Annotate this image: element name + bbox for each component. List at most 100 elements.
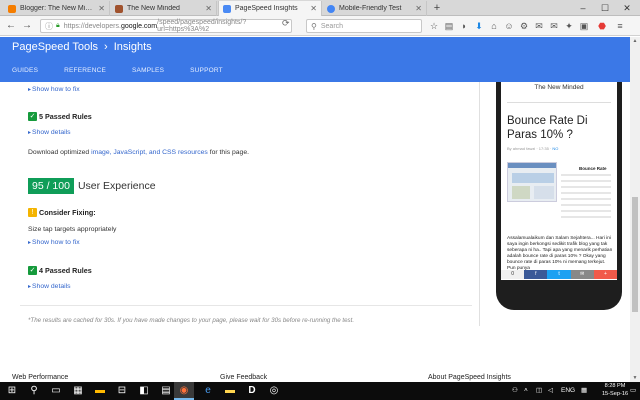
new-tab-button[interactable]: + <box>430 1 444 15</box>
tab-blogger[interactable]: Blogger: The New Minded... ✕ <box>4 1 110 16</box>
close-tab-icon[interactable]: ✕ <box>310 4 317 13</box>
tab-pagespeed-insights[interactable]: PageSpeed Insights ✕ <box>218 1 322 16</box>
screenshot-icon[interactable]: ▣ <box>578 20 590 32</box>
forward-arrow-icon[interactable]: → <box>20 19 34 33</box>
preview-post-title: Bounce Rate Di Paras 10% ? <box>507 115 588 141</box>
clock-time: 8:28 PM <box>604 383 626 389</box>
tab-mobile-friendly-test[interactable]: Mobile-Friendly Test ✕ <box>323 1 427 16</box>
calendar-icon[interactable]: ▤ <box>156 382 176 400</box>
tray-expand-icon[interactable]: ˄ <box>524 382 528 400</box>
nav-samples[interactable]: SAMPLES <box>132 67 164 74</box>
page-scrollbar[interactable]: ▲ ▼ <box>630 37 640 382</box>
nav-support[interactable]: SUPPORT <box>190 67 223 74</box>
file-explorer-icon[interactable]: ▦ <box>68 382 88 400</box>
chrome-icon[interactable]: ◎ <box>264 382 284 400</box>
google-favicon-icon <box>327 4 335 13</box>
edge-icon[interactable]: e <box>198 382 218 400</box>
close-tab-icon[interactable]: ✕ <box>205 4 212 13</box>
back-arrow-icon[interactable]: ← <box>4 19 18 33</box>
d-app-icon[interactable]: D <box>242 382 262 400</box>
reading-list-icon[interactable]: ▤ <box>443 20 455 32</box>
language-indicator[interactable]: ENG <box>561 382 575 400</box>
close-window-icon[interactable]: ✕ <box>616 0 638 16</box>
scrollbar-thumb[interactable] <box>632 197 638 312</box>
store-icon[interactable]: ⊟ <box>112 382 132 400</box>
show-details-label[interactable]: Show details <box>32 129 71 136</box>
windows-start-icon[interactable]: ⊞ <box>2 382 22 400</box>
site-header: PageSpeed Tools › Insights GUIDES REFERE… <box>0 37 640 82</box>
folder-icon[interactable]: ▬ <box>90 382 110 400</box>
app-icon[interactable]: ◧ <box>134 382 154 400</box>
chat-icon[interactable]: ✉ <box>533 20 545 32</box>
expand-caret-icon: ▸ <box>28 130 32 136</box>
home-icon[interactable]: ⌂ <box>488 20 500 32</box>
minimize-window-icon[interactable]: – <box>572 0 594 16</box>
show-how-to-fix-link-2[interactable]: ▸ Show how to fix <box>28 239 80 246</box>
pocket-icon[interactable]: ◗ <box>458 20 470 32</box>
adblock-icon[interactable]: ⬣ <box>596 20 608 32</box>
close-tab-icon[interactable]: ✕ <box>98 4 105 13</box>
preview-text-lines <box>561 174 611 222</box>
show-how-to-fix-link-1[interactable]: ▸ Show how to fix <box>28 86 80 93</box>
passed-rules-label: 4 Passed Rules <box>39 266 92 275</box>
mobile-preview-screen: The New Minded Bounce Rate Di Paras 10% … <box>501 82 617 280</box>
volume-icon[interactable]: ◁ <box>548 382 553 400</box>
download-text: Download optimized <box>28 149 92 156</box>
show-details-link-1[interactable]: ▸ Show details <box>28 129 71 136</box>
extension-icon[interactable]: ⚙ <box>518 20 530 32</box>
browser-tab-strip: Blogger: The New Minded... ✕ The New Min… <box>0 0 640 16</box>
firefox-icon[interactable]: ◉ <box>174 382 194 400</box>
check-icon: ✓ <box>28 112 37 121</box>
tab-title: PageSpeed Insights <box>235 5 298 12</box>
scroll-up-icon[interactable]: ▲ <box>630 37 640 45</box>
emoji-icon[interactable]: ☺ <box>503 20 515 32</box>
mail-icon[interactable]: ✉ <box>548 20 560 32</box>
tray-people-icon[interactable]: ⚇ <box>512 382 518 400</box>
network-icon[interactable]: ◫ <box>536 382 542 400</box>
show-details-link-2[interactable]: ▸ Show details <box>28 283 71 290</box>
footer-about[interactable]: About PageSpeed Insights <box>428 374 511 381</box>
bookmark-star-icon[interactable]: ☆ <box>428 20 440 32</box>
browser-toolbar: ← → ⓘ 🔒︎ https://developers. google.com/s… <box>0 16 640 36</box>
preview-side-label: Bounce Rate <box>579 166 607 171</box>
menu-hamburger-icon[interactable]: ≡ <box>614 20 626 32</box>
search-input[interactable]: ⚲ Search <box>306 19 422 33</box>
tools-icon[interactable]: ✦ <box>563 20 575 32</box>
more-share-icon: + <box>593 270 618 279</box>
maximize-window-icon[interactable]: ☐ <box>594 0 616 16</box>
windows-taskbar: ⊞ ⚲ ▭ ▦ ▬ ⊟ ◧ ▤ ◉ e ▬ D ◎ ⚇ ˄ ◫ ◁ ENG ▦ … <box>0 382 640 400</box>
passed-rules-heading-1: ✓ 5 Passed Rules <box>28 112 92 121</box>
share-count: 0 <box>501 270 525 279</box>
task-view-icon[interactable]: ▭ <box>46 382 66 400</box>
brand-link[interactable]: PageSpeed Tools <box>12 41 98 53</box>
nav-reference[interactable]: REFERENCE <box>64 67 106 74</box>
info-icon[interactable]: ⓘ <box>45 21 53 32</box>
footer-give-feedback[interactable]: Give Feedback <box>220 374 267 381</box>
close-tab-icon[interactable]: ✕ <box>415 4 422 13</box>
show-details-label[interactable]: Show details <box>32 283 71 290</box>
warning-icon: ! <box>28 208 37 217</box>
download-resources-link[interactable]: image, JavaScript, and CSS resources <box>91 149 208 156</box>
ux-section-title: User Experience <box>77 180 156 192</box>
footer-web-performance[interactable]: Web Performance <box>12 374 68 381</box>
ux-score-header: 95 / 100 User Experience <box>28 178 156 194</box>
show-how-to-fix-label[interactable]: Show how to fix <box>32 239 80 246</box>
reload-icon[interactable]: ⟳ <box>282 18 290 29</box>
url-bar[interactable]: ⓘ 🔒︎ https://developers. google.com/speed… <box>40 19 292 33</box>
divider <box>20 305 472 306</box>
tab-the-new-minded[interactable]: The New Minded ✕ <box>111 1 217 16</box>
lock-icon: 🔒︎ <box>56 22 60 29</box>
nav-guides[interactable]: GUIDES <box>12 67 38 74</box>
show-how-to-fix-label[interactable]: Show how to fix <box>32 86 80 93</box>
search-icon[interactable]: ⚲ <box>24 382 44 400</box>
yellow-folder-icon[interactable]: ▬ <box>220 382 240 400</box>
ime-icon[interactable]: ▦ <box>581 382 587 400</box>
page-footer: Web Performance Give Feedback About Page… <box>0 372 624 382</box>
taskbar-clock[interactable]: 8:28 PM 15-Sep-16 <box>600 383 630 398</box>
download-icon[interactable]: ⬇ <box>473 20 485 32</box>
site-favicon-icon <box>115 4 123 13</box>
divider <box>507 102 611 103</box>
notifications-icon[interactable]: ▭ <box>630 382 636 400</box>
preview-site-name: The New Minded <box>534 84 584 91</box>
scroll-down-icon[interactable]: ▼ <box>630 374 640 382</box>
